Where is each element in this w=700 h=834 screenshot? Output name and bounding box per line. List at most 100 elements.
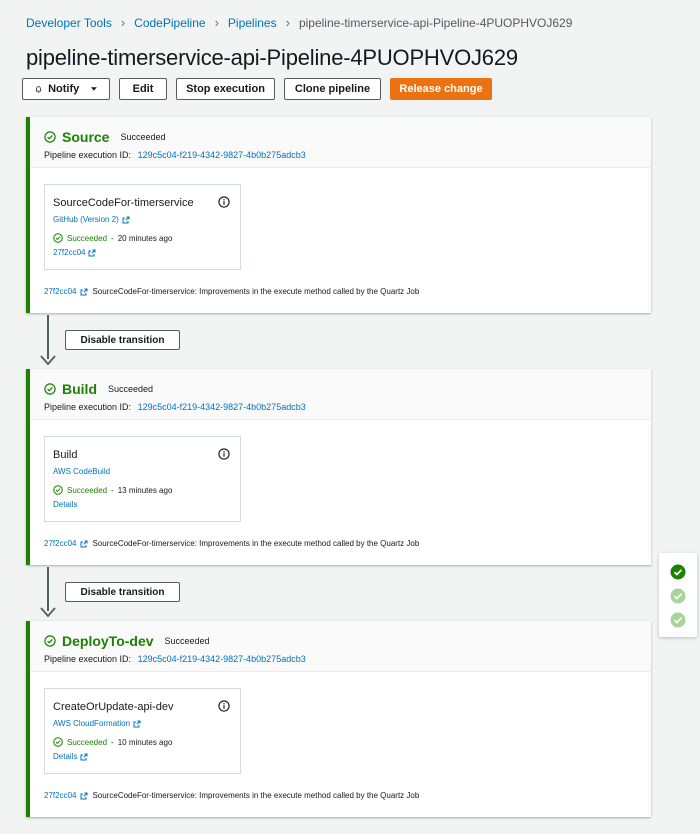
check-circle-icon (44, 131, 56, 143)
breadcrumb-separator-icon: › (214, 15, 219, 30)
check-circle-icon (53, 485, 63, 495)
action-time: 10 minutes ago (117, 737, 173, 747)
check-circle-icon (44, 383, 56, 395)
arrow-down-icon (40, 607, 56, 617)
commit-id-link[interactable]: 27f2cc04 (44, 539, 76, 548)
execution-id-link[interactable]: 129c5c04-f219-4342-9827-4b0b275adcb3 (138, 150, 306, 160)
pipeline-actions: Notify Edit Stop execution Clone pipelin… (22, 78, 492, 100)
release-change-button[interactable]: Release change (390, 78, 492, 100)
stop-execution-button[interactable]: Stop execution (176, 78, 275, 100)
action-card: SourceCodeFor-timerservice GitHub (Versi… (44, 184, 241, 270)
edit-button[interactable]: Edit (119, 78, 167, 100)
stage-nav-build-check-icon[interactable] (670, 588, 686, 604)
action-provider: AWS CodeBuild (53, 467, 111, 476)
external-link-icon[interactable] (80, 288, 88, 296)
check-circle-icon (53, 737, 63, 747)
action-details-link[interactable]: Details (53, 752, 232, 761)
page-title: pipeline-timerservice-api-Pipeline-4PUOP… (26, 45, 518, 70)
stage-deploy-to-dev: DeployTo-dev Succeeded Pipeline executio… (26, 621, 651, 817)
execution-id-label: Pipeline execution ID: (44, 150, 132, 160)
caret-down-icon (91, 87, 97, 91)
execution-id-label: Pipeline execution ID: (44, 402, 132, 412)
stage-status: Succeeded (164, 636, 210, 646)
action-time: 13 minutes ago (117, 485, 173, 495)
external-link-icon (133, 720, 141, 727)
action-name: CreateOrUpdate-api-dev (53, 701, 174, 713)
transition: Disable transition (40, 567, 300, 623)
external-link-icon (122, 216, 130, 223)
commit-id-link[interactable]: 27f2cc04 (44, 287, 76, 296)
commit-row: 27f2cc04 SourceCodeFor-timerservice: Imp… (44, 539, 419, 548)
action-provider: GitHub (Version 2) (53, 215, 119, 224)
action-name: SourceCodeFor-timerservice (53, 197, 194, 209)
execution-id-label: Pipeline execution ID: (44, 654, 132, 664)
arrow-down-icon (40, 355, 56, 365)
action-status-row: Succeeded - 20 minutes ago (53, 233, 232, 243)
action-link-label: Details (53, 752, 78, 761)
stage-header: Build Succeeded Pipeline execution ID: 1… (30, 369, 651, 420)
action-provider: AWS CloudFormation (53, 719, 131, 728)
stage-status: Succeeded (120, 132, 166, 142)
breadcrumb-developer-tools[interactable]: Developer Tools (26, 16, 112, 30)
external-link-icon[interactable] (80, 540, 88, 548)
stage-header: Source Succeeded Pipeline execution ID: … (30, 117, 651, 168)
breadcrumb-separator-icon: › (120, 15, 126, 30)
external-link-icon (88, 249, 96, 256)
action-link-label: 27f2cc04 (53, 248, 86, 257)
action-provider-link[interactable]: GitHub (Version 2) (53, 215, 232, 224)
action-provider-link[interactable]: AWS CloudFormation (53, 719, 232, 728)
commit-row: 27f2cc04 SourceCodeFor-timerservice: Imp… (44, 791, 419, 800)
info-icon[interactable] (218, 196, 230, 208)
notify-label: Notify (48, 83, 80, 95)
transition-line (47, 567, 49, 611)
notify-button[interactable]: Notify (22, 78, 110, 100)
execution-id-link[interactable]: 129c5c04-f219-4342-9827-4b0b275adcb3 (138, 402, 306, 412)
action-card: Build AWS CodeBuild Succeeded - 13 minut… (44, 436, 241, 522)
stage-nav-deploy-check-icon[interactable] (670, 612, 686, 628)
stage-status: Succeeded (108, 384, 154, 394)
info-icon[interactable] (218, 700, 230, 712)
commit-message: SourceCodeFor-timerservice: Improvements… (92, 539, 420, 548)
stage-nav-source-check-icon[interactable] (670, 564, 686, 580)
clone-pipeline-button[interactable]: Clone pipeline (284, 78, 381, 100)
external-link-icon (80, 753, 88, 760)
stage-name: Source (62, 129, 110, 145)
commit-message: SourceCodeFor-timerservice: Improvements… (92, 791, 420, 800)
breadcrumb-current: pipeline-timerservice-api-Pipeline-4PUOP… (298, 15, 573, 30)
action-status: Succeeded (67, 233, 108, 243)
action-provider-link[interactable]: AWS CodeBuild (53, 467, 232, 476)
external-link-icon[interactable] (80, 792, 88, 800)
check-circle-icon (44, 635, 56, 647)
commit-id-link[interactable]: 27f2cc04 (44, 791, 76, 800)
action-time: 20 minutes ago (117, 233, 173, 243)
status-separator: - (111, 485, 114, 495)
action-status-row: Succeeded - 10 minutes ago (53, 737, 232, 747)
info-icon[interactable] (218, 448, 230, 460)
stage-name: Build (62, 381, 97, 397)
breadcrumb-codepipeline[interactable]: CodePipeline (134, 16, 205, 30)
stage-header: DeployTo-dev Succeeded Pipeline executio… (30, 621, 651, 672)
disable-transition-button[interactable]: Disable transition (65, 330, 180, 350)
action-link-label: Details (53, 500, 78, 509)
breadcrumb-separator-icon: › (285, 15, 290, 30)
action-status-row: Succeeded - 13 minutes ago (53, 485, 232, 495)
commit-message: SourceCodeFor-timerservice: Improvements… (92, 287, 420, 296)
action-details-link[interactable]: Details (53, 500, 232, 509)
breadcrumb-pipelines[interactable]: Pipelines (228, 16, 277, 30)
commit-row: 27f2cc04 SourceCodeFor-timerservice: Imp… (44, 287, 419, 296)
stage-source: Source Succeeded Pipeline execution ID: … (26, 117, 651, 313)
execution-id-link[interactable]: 129c5c04-f219-4342-9827-4b0b275adcb3 (138, 654, 306, 664)
action-status: Succeeded (67, 485, 108, 495)
stage-navigator (659, 553, 697, 637)
action-revision-link[interactable]: 27f2cc04 (53, 248, 232, 257)
stage-build: Build Succeeded Pipeline execution ID: 1… (26, 369, 651, 565)
action-card: CreateOrUpdate-api-dev AWS CloudFormatio… (44, 688, 241, 774)
status-separator: - (111, 233, 114, 243)
check-circle-icon (53, 233, 63, 243)
action-status: Succeeded (67, 737, 108, 747)
stage-name: DeployTo-dev (62, 633, 154, 649)
transition: Disable transition (40, 315, 300, 371)
breadcrumb: Developer Tools › CodePipeline › Pipelin… (26, 15, 572, 30)
action-name: Build (53, 449, 78, 461)
disable-transition-button[interactable]: Disable transition (65, 582, 180, 602)
